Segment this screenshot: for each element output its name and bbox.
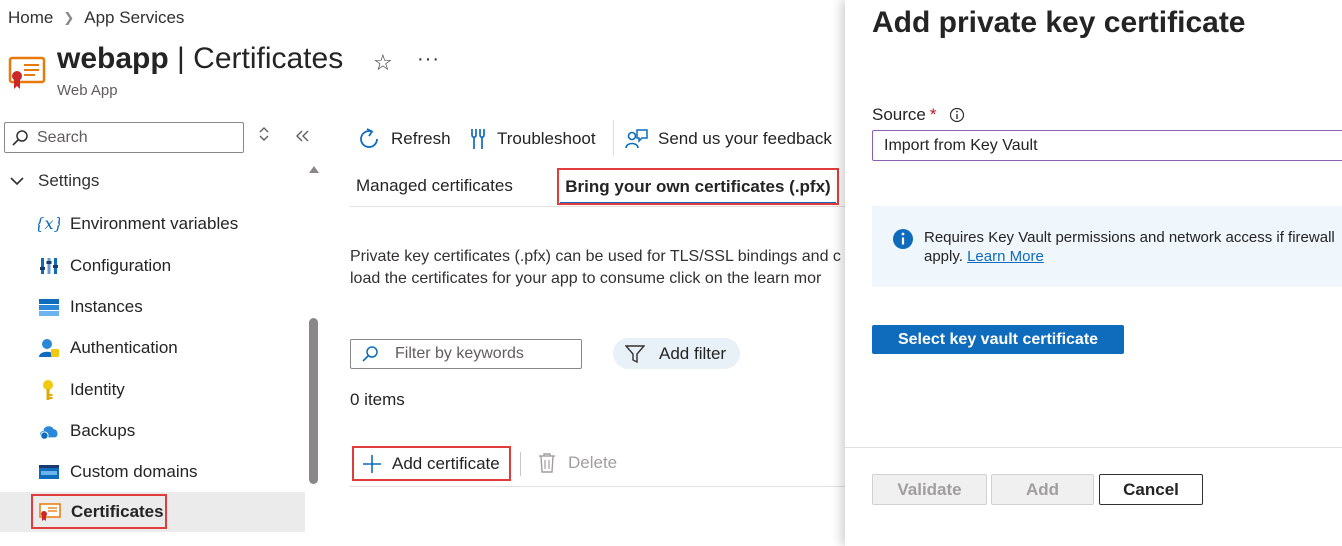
sidebar-item-label: Instances <box>70 297 143 316</box>
variable-icon: {x} <box>38 213 60 235</box>
toolbar-divider <box>613 120 614 156</box>
sidebar-item-label: Custom domains <box>70 462 198 481</box>
collapse-sidebar-icon[interactable] <box>296 129 310 146</box>
filter-funnel-icon <box>625 344 645 363</box>
delete-label: Delete <box>568 453 618 472</box>
add-certificate-button[interactable]: Add certificate <box>352 446 511 481</box>
sidebar-item-backups[interactable]: Backups <box>38 413 305 449</box>
sidebar-item-label: Backups <box>70 421 136 440</box>
send-feedback-label: Send us your feedback <box>658 129 832 148</box>
required-asterisk: * <box>929 105 937 124</box>
sidebar-scrollbar[interactable] <box>309 318 318 484</box>
info-icon[interactable] <box>949 107 965 123</box>
learn-more-link[interactable]: Learn More <box>967 248 1044 265</box>
select-key-vault-certificate-button[interactable]: Select key vault certificate <box>872 325 1124 354</box>
sidebar-search-input[interactable]: Search <box>4 122 244 153</box>
action-divider <box>520 452 521 476</box>
sidebar-item-label: Certificates <box>71 501 164 521</box>
sidebar-item-configuration[interactable]: Configuration <box>38 248 305 284</box>
sidebar-item-label: Environment variables <box>70 214 239 233</box>
filter-placeholder: Filter by keywords <box>395 345 524 362</box>
page-title: webapp | Certificates <box>57 42 343 76</box>
sidebar-group-label: Settings <box>38 171 100 190</box>
title-separator: | <box>168 42 194 75</box>
backups-cloud-icon <box>38 420 60 442</box>
certificate-resource-icon <box>8 54 46 92</box>
add-button[interactable]: Add <box>991 474 1094 505</box>
more-options-icon[interactable]: ··· <box>417 48 440 71</box>
tab-managed-certificates[interactable]: Managed certificates <box>356 176 513 196</box>
source-label-text: Source <box>872 105 926 124</box>
plus-icon <box>363 454 381 473</box>
breadcrumb: Home ❯ App Services <box>8 8 184 28</box>
description-line-1: Private key certificates (.pfx) can be u… <box>350 248 841 265</box>
sidebar-item-instances[interactable]: Instances <box>38 289 305 325</box>
troubleshoot-icon <box>471 129 485 149</box>
cancel-button[interactable]: Cancel <box>1099 474 1203 505</box>
sidebar-item-environment-variables[interactable]: {x} Environment variables <box>38 206 305 242</box>
breadcrumb-app-services[interactable]: App Services <box>84 8 184 28</box>
svg-text:{x}: {x} <box>38 214 60 233</box>
favorite-star-icon[interactable]: ☆ <box>373 50 393 76</box>
resource-name: webapp <box>57 42 169 75</box>
refresh-icon <box>360 128 378 148</box>
custom-domains-icon <box>38 461 60 483</box>
refresh-label: Refresh <box>391 129 451 148</box>
troubleshoot-button[interactable]: Troubleshoot <box>468 126 596 152</box>
info-filled-icon <box>893 229 913 249</box>
sidebar-item-custom-domains[interactable]: Custom domains <box>38 454 305 490</box>
validate-button[interactable]: Validate <box>872 474 987 505</box>
sidebar-search-placeholder: Search <box>37 128 88 146</box>
add-filter-button[interactable]: Add filter <box>613 338 740 369</box>
tab-divider-line <box>350 206 845 207</box>
filter-keywords-input[interactable]: Filter by keywords <box>350 339 582 369</box>
sidebar-item-label: Authentication <box>70 338 178 357</box>
panel-footer-divider <box>845 447 1342 448</box>
sidebar-item-label: Identity <box>70 380 125 399</box>
add-certificate-label: Add certificate <box>392 453 500 473</box>
authentication-icon <box>38 337 60 359</box>
add-filter-label: Add filter <box>659 343 727 363</box>
info-line-1: Requires Key Vault permissions and netwo… <box>924 229 1335 246</box>
send-feedback-button[interactable]: Send us your feedback <box>625 126 832 152</box>
search-icon <box>12 129 28 146</box>
troubleshoot-label: Troubleshoot <box>497 129 596 148</box>
breadcrumb-home[interactable]: Home <box>8 8 53 28</box>
sidebar-group-settings[interactable]: Settings <box>10 171 99 191</box>
tab-bring-your-own-certificates[interactable]: Bring your own certificates (.pfx) <box>557 168 839 205</box>
resource-type: Web App <box>57 82 118 99</box>
description-text: Private key certificates (.pfx) can be u… <box>350 246 845 290</box>
info-line-2: apply. <box>924 248 963 265</box>
refresh-button[interactable]: Refresh <box>358 126 451 152</box>
feedback-person-icon <box>625 129 648 149</box>
description-line-2: load the certificates for your app to co… <box>350 270 822 287</box>
configuration-icon <box>38 255 60 277</box>
items-count: 0 items <box>350 390 405 409</box>
expand-collapse-icon[interactable] <box>258 126 270 146</box>
sidebar-item-certificates[interactable]: Certificates <box>31 494 167 529</box>
search-icon <box>362 346 378 362</box>
info-message-bar: Requires Key Vault permissions and netwo… <box>872 206 1342 287</box>
source-dropdown[interactable]: Import from Key Vault <box>872 130 1342 161</box>
sidebar-item-label: Configuration <box>70 256 172 275</box>
delete-button[interactable]: Delete <box>538 452 617 474</box>
identity-key-icon <box>38 379 60 401</box>
panel-title: Add private key certificate <box>872 6 1246 39</box>
chevron-right-icon: ❯ <box>63 10 75 25</box>
certificate-icon <box>39 501 61 523</box>
info-message-text: Requires Key Vault permissions and netwo… <box>924 228 1335 287</box>
chevron-down-icon <box>10 177 24 186</box>
page-name: Certificates <box>193 42 344 75</box>
sidebar-item-authentication[interactable]: Authentication <box>38 330 305 366</box>
source-selected-value: Import from Key Vault <box>884 136 1038 154</box>
instances-icon <box>38 296 60 318</box>
source-label: Source * <box>872 105 965 125</box>
trash-icon <box>539 453 555 473</box>
sidebar-item-identity[interactable]: Identity <box>38 372 305 408</box>
grid-header-line <box>350 486 845 487</box>
scroll-up-arrow-icon[interactable] <box>309 166 319 173</box>
